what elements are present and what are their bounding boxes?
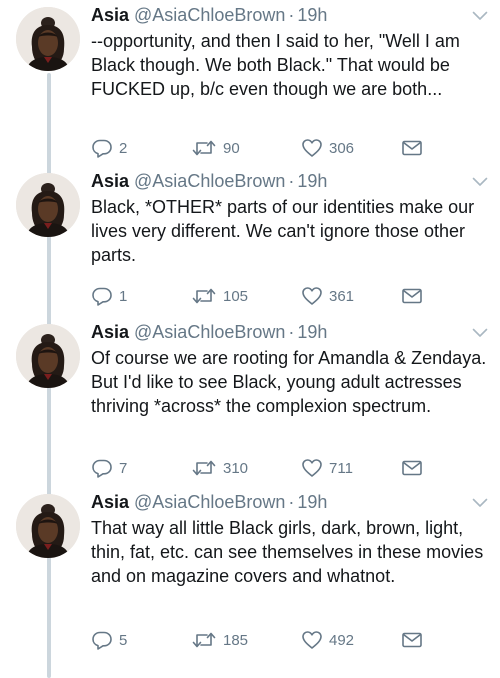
- tweet-timestamp[interactable]: 19h: [297, 490, 327, 514]
- reply-button[interactable]: 5: [91, 628, 127, 652]
- reply-button[interactable]: 2: [91, 136, 127, 160]
- heart-icon: [301, 630, 323, 650]
- author-handle[interactable]: @AsiaChloeBrown: [134, 3, 285, 27]
- like-button[interactable]: 711: [301, 456, 353, 480]
- tweet-actions: 1 105 361: [91, 284, 431, 308]
- author-name[interactable]: Asia: [91, 320, 129, 344]
- tweet-timestamp[interactable]: 19h: [297, 3, 327, 27]
- reply-count: 5: [119, 631, 128, 649]
- direct-message-button[interactable]: [401, 456, 423, 480]
- tweet-actions: 7 310 711: [91, 456, 431, 480]
- like-count: 306: [329, 139, 355, 157]
- header-separator: ·: [288, 5, 295, 25]
- author-name[interactable]: Asia: [91, 169, 129, 193]
- like-button[interactable]: 492: [301, 628, 354, 652]
- reply-count: 1: [119, 287, 128, 305]
- avatar[interactable]: [16, 324, 80, 388]
- direct-message-button[interactable]: [401, 628, 423, 652]
- tweet[interactable]: Asia @AsiaChloeBrown · 19h Black, *OTHER…: [0, 166, 500, 317]
- tweet-text: That way all little Black girls, dark, b…: [91, 518, 484, 586]
- retweet-icon: [191, 458, 217, 478]
- tweet-timestamp[interactable]: 19h: [297, 169, 327, 193]
- retweet-button[interactable]: 90: [191, 136, 240, 160]
- heart-icon: [301, 458, 323, 478]
- retweet-button[interactable]: 105: [191, 284, 248, 308]
- reply-button[interactable]: 7: [91, 456, 127, 480]
- tweet-header: Asia @AsiaChloeBrown · 19h: [91, 320, 327, 344]
- retweet-count: 310: [223, 459, 249, 477]
- avatar[interactable]: [16, 173, 80, 237]
- tweet-timestamp[interactable]: 19h: [297, 320, 327, 344]
- reply-count: 2: [119, 139, 128, 157]
- tweet-actions: 2 90 306: [91, 136, 431, 160]
- reply-count: 7: [119, 459, 128, 477]
- tweet[interactable]: Asia @AsiaChloeBrown · 19h That way all …: [0, 487, 500, 678]
- header-separator: ·: [288, 171, 295, 191]
- retweet-count: 105: [223, 287, 249, 305]
- tweet-actions: 5 185 492: [91, 628, 431, 652]
- envelope-icon: [401, 631, 423, 649]
- author-name[interactable]: Asia: [91, 490, 129, 514]
- tweet-thread: Asia @AsiaChloeBrown · 19h --opportunity…: [0, 0, 500, 678]
- like-count: 361: [329, 287, 355, 305]
- author-handle[interactable]: @AsiaChloeBrown: [134, 320, 285, 344]
- retweet-count: 90: [223, 139, 240, 157]
- avatar[interactable]: [16, 7, 80, 71]
- reply-icon: [91, 630, 113, 650]
- tweet[interactable]: Asia @AsiaChloeBrown · 19h Of course we …: [0, 317, 500, 487]
- tweet-header: Asia @AsiaChloeBrown · 19h: [91, 169, 327, 193]
- author-handle[interactable]: @AsiaChloeBrown: [134, 490, 285, 514]
- heart-icon: [301, 286, 323, 306]
- direct-message-button[interactable]: [401, 284, 423, 308]
- retweet-icon: [191, 138, 217, 158]
- like-button[interactable]: 361: [301, 284, 354, 308]
- tweet-header: Asia @AsiaChloeBrown · 19h: [91, 490, 327, 514]
- envelope-icon: [401, 459, 423, 477]
- author-handle[interactable]: @AsiaChloeBrown: [134, 169, 285, 193]
- chevron-down-icon[interactable]: [472, 174, 488, 186]
- chevron-down-icon[interactable]: [472, 8, 488, 20]
- retweet-button[interactable]: 185: [191, 628, 248, 652]
- envelope-icon: [401, 287, 423, 305]
- tweet-header: Asia @AsiaChloeBrown · 19h: [91, 3, 327, 27]
- like-count: 711: [329, 459, 353, 477]
- reply-icon: [91, 458, 113, 478]
- reply-button[interactable]: 1: [91, 284, 127, 308]
- heart-icon: [301, 138, 323, 158]
- direct-message-button[interactable]: [401, 136, 423, 160]
- tweet-text: Of course we are rooting for Amandla & Z…: [91, 348, 487, 416]
- header-separator: ·: [288, 492, 295, 512]
- header-separator: ·: [288, 322, 295, 342]
- author-name[interactable]: Asia: [91, 3, 129, 27]
- tweet-text: Black, *OTHER* parts of our identities m…: [91, 197, 475, 265]
- reply-icon: [91, 286, 113, 306]
- like-count: 492: [329, 631, 355, 649]
- reply-icon: [91, 138, 113, 158]
- retweet-button[interactable]: 310: [191, 456, 248, 480]
- tweet[interactable]: Asia @AsiaChloeBrown · 19h --opportunity…: [0, 0, 500, 166]
- like-button[interactable]: 306: [301, 136, 354, 160]
- chevron-down-icon[interactable]: [472, 325, 488, 337]
- retweet-count: 185: [223, 631, 249, 649]
- retweet-icon: [191, 286, 217, 306]
- chevron-down-icon[interactable]: [472, 495, 488, 507]
- envelope-icon: [401, 139, 423, 157]
- tweet-text: --opportunity, and then I said to her, "…: [91, 31, 460, 99]
- retweet-icon: [191, 630, 217, 650]
- avatar[interactable]: [16, 494, 80, 558]
